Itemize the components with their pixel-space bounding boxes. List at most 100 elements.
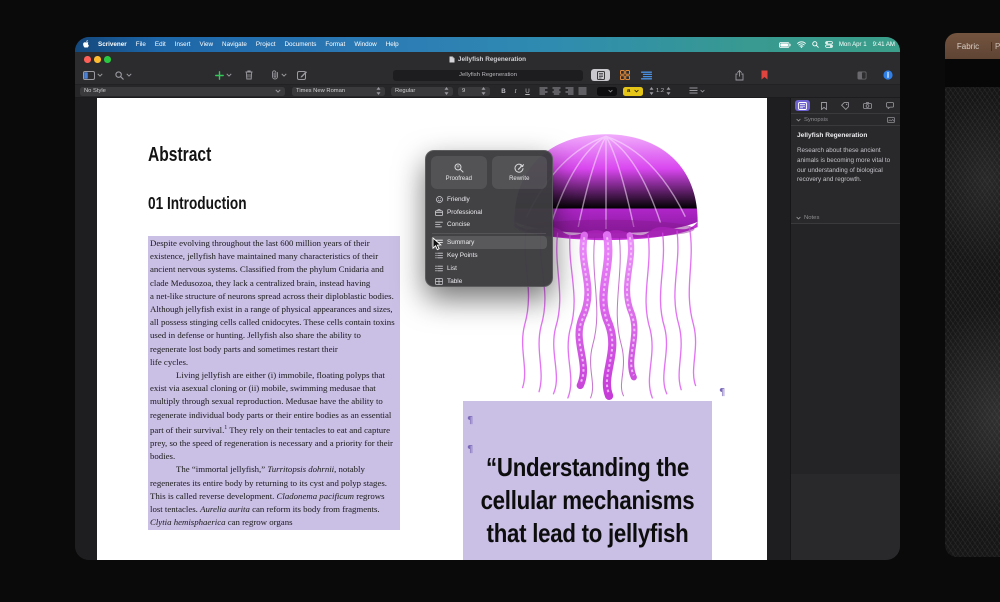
wifi-icon[interactable] [797, 41, 806, 48]
menu-bar-time[interactable]: 9:41 AM [873, 41, 895, 48]
font-dropdown[interactable]: Times New Roman [292, 87, 385, 96]
option-professional[interactable]: Professional [431, 206, 547, 219]
binder-toggle-button[interactable] [83, 69, 103, 81]
bold-button[interactable]: B [499, 86, 508, 96]
synopsis-body[interactable]: Research about these ancient animals is … [797, 146, 894, 185]
view-mode-corkboard-button[interactable] [615, 69, 634, 81]
stepper-icon [481, 87, 486, 95]
fabric-content-top [945, 59, 1000, 87]
align-right-button[interactable] [565, 86, 574, 96]
menu-item-view[interactable]: View [199, 41, 213, 48]
list-style-button[interactable] [689, 86, 705, 96]
text-color-swatch[interactable] [597, 87, 617, 96]
proofread-button[interactable]: Proofread [431, 156, 487, 189]
option-list[interactable]: List [431, 262, 547, 275]
menu-item-file[interactable]: File [136, 41, 146, 48]
bookmark-button[interactable] [761, 69, 768, 81]
menu-item-insert[interactable]: Insert [175, 41, 191, 48]
composition-mode-button[interactable] [857, 69, 867, 81]
notes-section-header[interactable]: Notes [791, 212, 900, 224]
option-table[interactable]: Table [431, 275, 547, 288]
camera-icon [863, 102, 872, 109]
share-button[interactable] [735, 69, 744, 81]
align-justify-button[interactable] [578, 86, 587, 96]
menu-item-navigate[interactable]: Navigate [222, 41, 247, 48]
option-concise[interactable]: Concise [431, 219, 547, 232]
view-mode-document-button[interactable] [591, 69, 610, 81]
proofread-magnifier-icon [454, 163, 464, 173]
menu-item-documents[interactable]: Documents [285, 41, 317, 48]
rewrite-button[interactable]: Rewrite [492, 156, 548, 189]
font-size-stepper[interactable]: 9 [458, 87, 490, 96]
project-search-field[interactable]: Jellyfish Regeneration [393, 70, 583, 81]
tab-notes[interactable] [795, 100, 810, 111]
battery-icon[interactable] [779, 42, 791, 48]
spotlight-search-icon[interactable] [812, 41, 819, 48]
fabric-second-tab[interactable]: P [991, 42, 1000, 51]
pull-quote-block[interactable]: ¶ ¶ “Understanding the cellular mechanis… [463, 401, 712, 560]
menu-item-project[interactable]: Project [256, 41, 276, 48]
list-icon [689, 87, 698, 95]
synopsis-editor[interactable]: Jellyfish Regeneration Research about th… [791, 126, 900, 190]
inspector-panel: Synopsis Jellyfish Regeneration Research… [790, 98, 900, 560]
option-key-points[interactable]: Key Points [431, 249, 547, 262]
highlighted-body-text[interactable]: Despite evolving throughout the last 600… [148, 236, 400, 530]
menu-item-scrivener[interactable]: Scrivener [98, 41, 127, 48]
align-left-button[interactable] [539, 86, 548, 96]
attachment-button[interactable] [271, 69, 287, 81]
italic-button[interactable]: I [511, 86, 520, 96]
pull-quote-text[interactable]: “Understanding the cellular mechanisms t… [463, 451, 712, 550]
font-weight-dropdown[interactable]: Regular [391, 87, 453, 96]
compose-button[interactable] [297, 69, 307, 81]
outline-view-icon [641, 71, 652, 80]
comment-bubble-icon [886, 102, 894, 109]
menu-bar-date[interactable]: Mon Apr 1 [839, 41, 867, 48]
heading-introduction[interactable]: 01 Introduction [148, 193, 247, 214]
fabric-texture-image [945, 87, 1000, 557]
align-center-button[interactable] [552, 86, 561, 96]
corkboard-view-icon [620, 70, 630, 80]
tab-metadata[interactable] [838, 100, 852, 111]
menu-bar-status: Mon Apr 1 9:41 AM [779, 37, 895, 52]
menu-bar-left: Scrivener File Edit Insert View Navigate… [75, 40, 408, 50]
paragraph-2[interactable]: Living jellyfish are either (i) immobile… [150, 369, 398, 463]
menu-item-format[interactable]: Format [325, 41, 345, 48]
tab-bookmarks[interactable] [818, 100, 830, 111]
apple-menu-icon[interactable] [83, 40, 90, 50]
menu-item-help[interactable]: Help [386, 41, 399, 48]
add-item-button[interactable] [215, 69, 232, 81]
style-dropdown[interactable]: No Style [80, 87, 285, 96]
tab-snapshots[interactable] [860, 101, 875, 111]
option-summary[interactable]: Summary [431, 236, 547, 249]
professional-briefcase-icon [435, 209, 443, 216]
view-mode-outline-button[interactable] [637, 69, 656, 81]
trash-button[interactable] [245, 69, 253, 81]
paragraph-3[interactable]: The “immortal jellyfish,” Turritopsis do… [150, 463, 398, 529]
notes-editor[interactable] [791, 224, 900, 474]
menu-item-window[interactable]: Window [354, 41, 376, 48]
fabric-tab-bar: Fabric P [945, 33, 1000, 59]
stepper-icon [649, 87, 654, 95]
synopsis-title[interactable]: Jellyfish Regeneration [797, 131, 894, 141]
control-center-icon[interactable] [825, 41, 833, 48]
chevron-down-icon [796, 216, 801, 220]
menu-item-edit[interactable]: Edit [155, 41, 166, 48]
line-spacing-control[interactable]: 1.2 [649, 86, 671, 96]
bookmark-icon [821, 102, 827, 110]
inspector-info-button[interactable] [883, 69, 893, 81]
highlight-color-swatch[interactable]: a [623, 87, 643, 96]
heading-abstract[interactable]: Abstract [148, 144, 211, 167]
tab-comments[interactable] [883, 101, 897, 111]
option-friendly[interactable]: Friendly [431, 193, 547, 206]
underline-button[interactable]: U [523, 86, 532, 96]
fabric-tab[interactable]: Fabric [945, 42, 991, 51]
stepper-icon [666, 87, 671, 95]
paragraph-1[interactable]: Despite evolving throughout the last 600… [150, 237, 398, 369]
tag-icon [841, 102, 849, 110]
search-button[interactable] [115, 69, 132, 81]
synopsis-section-header[interactable]: Synopsis [791, 114, 900, 126]
writing-tools-popup: Proofread Rewrite Friendly Professional [425, 150, 553, 287]
synopsis-image-toggle-icon[interactable] [887, 117, 895, 123]
chevron-down-icon [700, 89, 705, 93]
fabric-window[interactable]: Fabric P [945, 33, 1000, 557]
